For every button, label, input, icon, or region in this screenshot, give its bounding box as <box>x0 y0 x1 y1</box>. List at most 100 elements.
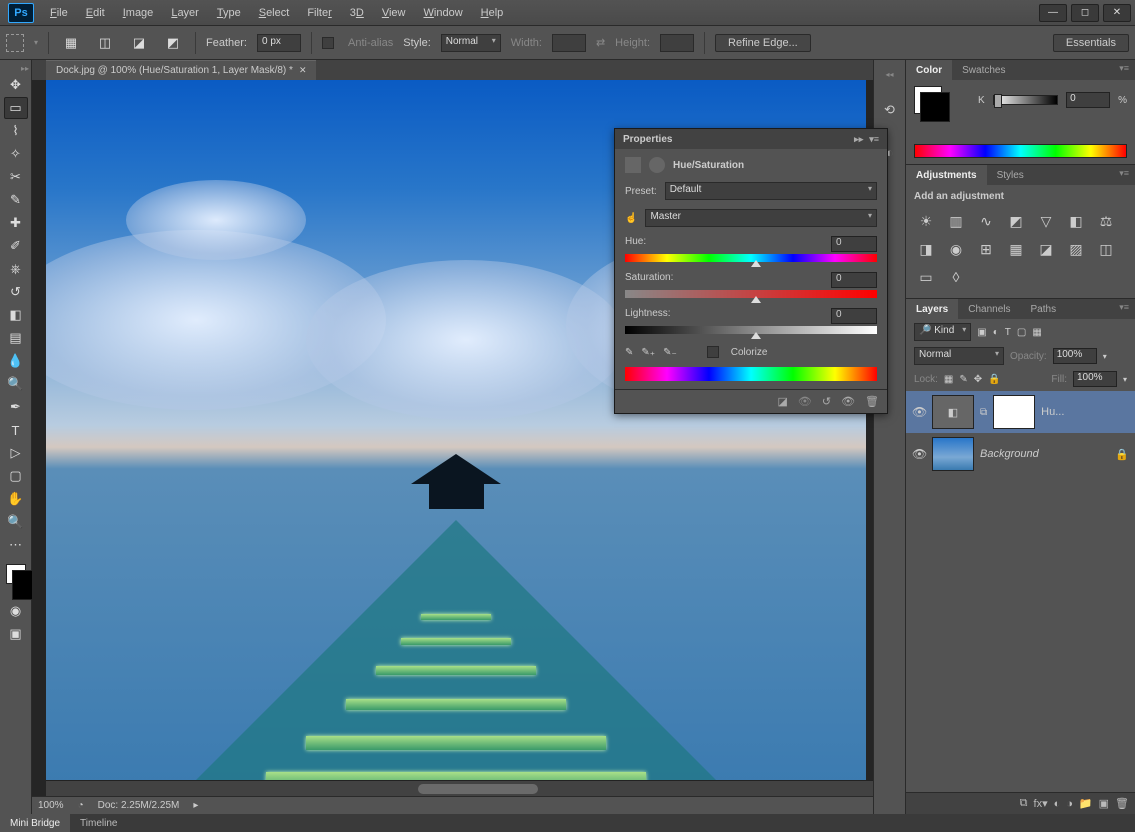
eraser-tool-icon[interactable]: ◧ <box>4 304 28 326</box>
horizontal-scrollbar[interactable] <box>46 780 873 796</box>
posterize-icon[interactable]: ▨ <box>1066 240 1086 258</box>
clip-icon[interactable]: ◪ <box>777 395 787 408</box>
feather-input[interactable]: 0 px <box>257 34 301 52</box>
subtract-selection-icon[interactable]: ◪ <box>127 32 151 54</box>
brightness-icon[interactable]: ☀ <box>916 212 936 230</box>
panel-menu-icon[interactable]: ▾≡ <box>1113 299 1135 319</box>
reset-icon[interactable]: ↺ <box>822 395 831 408</box>
layer-row-background[interactable]: 👁 Background 🔒 <box>906 433 1135 475</box>
zoom-level[interactable]: 100% <box>38 800 64 811</box>
refine-edge-button[interactable]: Refine Edge... <box>715 34 811 52</box>
menu-help[interactable]: Help <box>473 3 512 23</box>
screen-mode-icon[interactable]: ▣ <box>4 623 28 645</box>
marquee-tool-icon[interactable] <box>6 34 24 52</box>
properties-panel[interactable]: Properties ▸▸ ▾≡ Hue/Saturation Preset: … <box>614 128 888 414</box>
color-lookup-icon[interactable]: ▦ <box>1006 240 1026 258</box>
new-selection-icon[interactable]: ▦ <box>59 32 83 54</box>
levels-icon[interactable]: ▥ <box>946 212 966 230</box>
filter-smart-icon[interactable]: ▦ <box>1032 327 1041 338</box>
collapse-icon[interactable]: ▸▸ <box>0 64 31 73</box>
scrollbar-thumb[interactable] <box>418 784 538 794</box>
menu-type[interactable]: Type <box>209 3 249 23</box>
gradient-map-icon[interactable]: ▭ <box>916 268 936 286</box>
panel-menu-icon[interactable]: ▾≡ <box>1113 60 1135 80</box>
style-dropdown[interactable]: Normal <box>441 34 501 52</box>
delete-adjustment-icon[interactable]: 🗑 <box>865 395 879 408</box>
selective-color-icon[interactable]: ◊ <box>946 268 966 286</box>
layer-thumb[interactable] <box>932 437 974 471</box>
eyedropper-plus-icon[interactable]: ✎₊ <box>641 347 655 358</box>
edit-toolbar-icon[interactable]: ⋯ <box>4 534 28 556</box>
colorize-checkbox[interactable] <box>707 346 719 358</box>
threshold-icon[interactable]: ◫ <box>1096 240 1116 258</box>
view-previous-icon[interactable]: 👁 <box>798 395 812 408</box>
adjustment-thumb[interactable]: ◧ <box>932 395 974 429</box>
layers-tab[interactable]: Layers <box>906 299 958 319</box>
mask-icon[interactable] <box>649 157 665 173</box>
eyedropper-tool-icon[interactable]: ✎ <box>4 189 28 211</box>
lasso-tool-icon[interactable]: ⌇ <box>4 120 28 142</box>
adjustment-icon[interactable] <box>625 157 641 173</box>
channel-dropdown[interactable]: Master <box>645 209 877 227</box>
clone-stamp-tool-icon[interactable]: ⎈ <box>4 258 28 280</box>
styles-tab[interactable]: Styles <box>987 165 1034 185</box>
dropdown-arrow-icon[interactable]: ▾ <box>34 38 38 47</box>
new-layer-icon[interactable]: ▣ <box>1099 797 1109 810</box>
panel-menu-icon[interactable]: ▾≡ <box>869 134 879 145</box>
photo-filter-icon[interactable]: ◉ <box>946 240 966 258</box>
channel-mixer-icon[interactable]: ⊞ <box>976 240 996 258</box>
k-slider[interactable] <box>993 95 1058 105</box>
properties-title-bar[interactable]: Properties ▸▸ ▾≡ <box>615 129 887 149</box>
menu-file[interactable]: File <box>42 3 76 23</box>
exposure-icon[interactable]: ◩ <box>1006 212 1026 230</box>
filter-adjust-icon[interactable]: ◐ <box>993 327 999 338</box>
maximize-button[interactable]: ◻ <box>1071 4 1099 22</box>
pen-tool-icon[interactable]: ✒ <box>4 396 28 418</box>
marquee-tool-icon[interactable]: ▭ <box>4 97 28 119</box>
filter-pixel-icon[interactable]: ▣ <box>977 327 986 338</box>
preset-dropdown[interactable]: Default <box>665 182 877 200</box>
swatches-tab[interactable]: Swatches <box>952 60 1015 80</box>
status-icon[interactable]: ◔ <box>78 800 84 811</box>
brush-tool-icon[interactable]: ✐ <box>4 235 28 257</box>
magic-wand-tool-icon[interactable]: ✧ <box>4 143 28 165</box>
color-balance-icon[interactable]: ⚖ <box>1096 212 1116 230</box>
blend-mode-dropdown[interactable]: Normal <box>914 347 1004 365</box>
finger-icon[interactable]: ☝ <box>625 213 637 224</box>
crop-tool-icon[interactable]: ✂ <box>4 166 28 188</box>
menu-edit[interactable]: Edit <box>78 3 113 23</box>
lock-position-icon[interactable]: ✥ <box>974 374 982 385</box>
expand-icon[interactable]: ◂◂ <box>885 70 893 79</box>
panel-menu-icon[interactable]: ▾≡ <box>1113 165 1135 185</box>
paths-tab[interactable]: Paths <box>1021 299 1067 319</box>
status-arrow-icon[interactable]: ▸ <box>193 800 198 811</box>
menu-view[interactable]: View <box>374 3 414 23</box>
shape-tool-icon[interactable]: ▢ <box>4 465 28 487</box>
lock-all-icon[interactable]: 🔒 <box>988 374 1000 385</box>
opacity-arrow-icon[interactable]: ▾ <box>1103 352 1107 361</box>
antialias-checkbox[interactable] <box>322 37 334 49</box>
menu-layer[interactable]: Layer <box>163 3 207 23</box>
menu-filter[interactable]: Filter <box>299 3 339 23</box>
document-tab[interactable]: Dock.jpg @ 100% (Hue/Saturation 1, Layer… <box>46 60 316 80</box>
lock-transparency-icon[interactable]: ▦ <box>944 374 953 385</box>
layer-row-huesat[interactable]: 👁 ◧ ⧉ Hu... <box>906 391 1135 433</box>
foreground-background-colors[interactable] <box>6 564 26 584</box>
zoom-tool-icon[interactable]: 🔍 <box>4 511 28 533</box>
menu-window[interactable]: Window <box>416 3 471 23</box>
gradient-tool-icon[interactable]: ▤ <box>4 327 28 349</box>
visibility-icon[interactable]: 👁 <box>912 447 926 461</box>
visibility-icon[interactable]: 👁 <box>912 405 926 419</box>
color-tab[interactable]: Color <box>906 60 952 80</box>
color-ramp[interactable] <box>914 144 1127 158</box>
group-icon[interactable]: 📁 <box>1079 797 1093 810</box>
filter-kind-dropdown[interactable]: 🔎 Kind <box>914 323 971 341</box>
opacity-input[interactable]: 100% <box>1053 348 1097 364</box>
curves-icon[interactable]: ∿ <box>976 212 996 230</box>
vibrance-icon[interactable]: ▽ <box>1036 212 1056 230</box>
mask-thumb[interactable] <box>993 395 1035 429</box>
saturation-value-input[interactable]: 0 <box>831 272 877 288</box>
link-layers-icon[interactable]: ⧉ <box>1020 797 1028 810</box>
mini-bridge-tab[interactable]: Mini Bridge <box>0 814 70 832</box>
timeline-tab[interactable]: Timeline <box>70 814 127 832</box>
